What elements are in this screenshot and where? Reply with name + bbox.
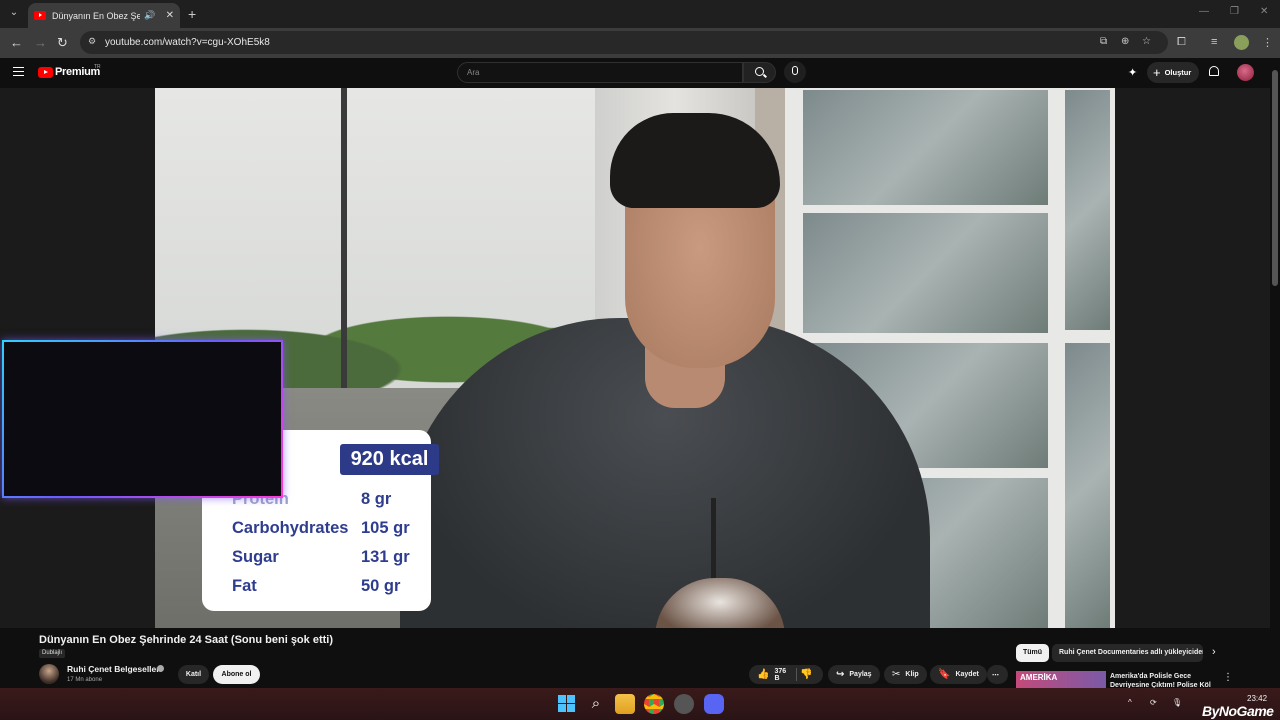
site-info-icon[interactable]: ⚙	[88, 36, 100, 48]
bookmark-star-icon[interactable]: ☆	[1142, 36, 1151, 47]
notifications-bell-icon[interactable]	[1209, 66, 1219, 76]
browser-profile-avatar[interactable]	[1234, 35, 1249, 50]
windows-taskbar	[0, 688, 1280, 720]
nutrition-value: 131 gr	[361, 548, 410, 566]
reload-icon[interactable]: ↻	[57, 35, 68, 51]
tray-overflow-icon[interactable]: ^	[1128, 698, 1132, 707]
calorie-badge: 920 kcal	[340, 444, 439, 475]
browser-tab-active[interactable]: Dünyanın En Obez Şehrinde 24 Saat (Sonu …	[28, 3, 180, 28]
window-close-icon[interactable]: ✕	[1260, 6, 1268, 17]
dislike-icon[interactable]: 👎	[800, 669, 812, 680]
youtube-masthead: Premium TR Ara ✦ + Oluştur	[0, 58, 1270, 88]
browser-menu-icon[interactable]: ⋮	[1262, 36, 1273, 49]
join-button[interactable]: Katıl	[178, 665, 209, 684]
maximize-icon[interactable]: ❐	[1230, 6, 1239, 17]
window-pane	[1065, 90, 1110, 330]
more-actions-button[interactable]: ⋯	[987, 665, 1008, 684]
nutrition-label: Sugar	[232, 548, 279, 566]
recommended-more-icon[interactable]: ⋮	[1223, 672, 1233, 683]
clips-icon[interactable]: ✦	[1128, 66, 1137, 79]
audio-playing-icon[interactable]: 🔊	[144, 10, 155, 21]
recommended-title[interactable]: Amerika'da Polisle Gece Devriyesine Çıkt…	[1110, 672, 1218, 688]
scissors-icon: ✂	[892, 669, 901, 680]
save-button[interactable]: 🔖 Kaydet	[930, 665, 987, 684]
guide-menu-icon[interactable]	[13, 67, 24, 76]
search-icon	[755, 67, 764, 76]
create-button[interactable]: + Oluştur	[1147, 62, 1199, 83]
back-icon[interactable]: ←	[10, 35, 23, 50]
stream-overlay-frame	[2, 340, 283, 498]
like-dislike-group: 👍 376 B 👎	[749, 665, 823, 684]
like-icon[interactable]: 👍	[757, 669, 769, 680]
youtube-favicon-icon	[34, 11, 46, 20]
chevron-right-icon[interactable]: ›	[1212, 646, 1216, 658]
youtube-logo-icon[interactable]	[38, 67, 53, 78]
nutrition-value: 105 gr	[361, 519, 410, 537]
clip-button[interactable]: ✂ Klip	[884, 665, 927, 684]
voice-search-button[interactable]	[784, 61, 806, 83]
plus-icon: +	[1153, 65, 1161, 80]
search-placeholder: Ara	[467, 68, 480, 77]
window-pane	[803, 213, 1048, 333]
app-icon[interactable]	[674, 694, 694, 714]
start-menu-icon[interactable]	[557, 694, 577, 714]
share-icon: ↪	[836, 669, 845, 680]
new-tab-icon[interactable]: +	[188, 6, 196, 22]
window-pane	[803, 90, 1048, 205]
share-label: Paylaş	[849, 671, 872, 678]
video-title: Dünyanın En Obez Şehrinde 24 Saat (Sonu …	[39, 634, 333, 646]
nutrition-value: 8 gr	[361, 490, 392, 508]
create-label: Oluştur	[1164, 68, 1192, 77]
browser-tab-strip: ⌄ Dünyanın En Obez Şehrinde 24 Saat (Son…	[0, 0, 1280, 28]
account-avatar[interactable]	[1237, 64, 1254, 81]
bookmark-icon: 🔖	[938, 669, 951, 680]
like-divider	[796, 668, 797, 681]
country-code: TR	[94, 64, 101, 70]
chip-from-uploader[interactable]: Ruhi Çenet Documentaries adlı yükleyicid…	[1052, 644, 1203, 662]
search-button[interactable]	[743, 62, 776, 83]
install-app-icon[interactable]: ⧉	[1100, 36, 1107, 47]
media-control-icon[interactable]: ≡	[1211, 36, 1217, 48]
close-tab-icon[interactable]: ✕	[166, 10, 174, 21]
clip-label: Klip	[905, 671, 919, 678]
like-count[interactable]: 376 B	[774, 668, 786, 682]
verified-icon	[157, 665, 164, 672]
microphone-icon	[792, 66, 798, 75]
search-input[interactable]: Ara	[457, 62, 743, 83]
dubbed-badge: Dublajlı	[39, 649, 66, 658]
nutrition-label: Fat	[232, 577, 257, 595]
discord-icon[interactable]	[704, 694, 724, 714]
clock-time[interactable]: 23:42	[1247, 694, 1267, 703]
nutrition-label: Carbohydrates	[232, 519, 349, 537]
forward-icon[interactable]: →	[34, 35, 47, 50]
chrome-icon[interactable]	[644, 694, 664, 714]
tray-mic-icon[interactable]: 🎙	[1172, 698, 1182, 707]
video-scene-pole	[341, 88, 347, 388]
channel-name[interactable]: Ruhi Çenet Belgeselleri	[67, 664, 162, 674]
tab-title: Dünyanın En Obez Şehrinde 24 Saat (Sonu …	[52, 10, 141, 21]
nutrition-value: 50 gr	[361, 577, 401, 595]
taskbar-search-icon[interactable]: ⌕	[586, 694, 606, 714]
recommended-thumbnail[interactable]: AMERİKA	[1016, 671, 1106, 688]
browser-toolbar: ← → ↻ ⚙ youtube.com/watch?v=cgu-XOhE5k8 …	[0, 28, 1280, 58]
url-text[interactable]: youtube.com/watch?v=cgu-XOhE5k8	[105, 37, 270, 48]
extensions-icon[interactable]: ⧠	[1177, 36, 1186, 49]
address-bar[interactable]: ⚙ youtube.com/watch?v=cgu-XOhE5k8 ⧉ ⊕ ☆	[80, 31, 1168, 54]
tab-search-icon[interactable]: ⌄	[6, 5, 22, 21]
file-explorer-icon[interactable]	[615, 694, 635, 714]
tray-sync-icon[interactable]: ⟳	[1150, 698, 1157, 707]
share-button[interactable]: ↪ Paylaş	[828, 665, 880, 684]
chip-all[interactable]: Tümü	[1016, 644, 1050, 662]
channel-watermark: ByNoGame	[1202, 703, 1274, 719]
save-label: Kaydet	[955, 671, 979, 678]
channel-avatar[interactable]	[39, 664, 59, 684]
zoom-icon[interactable]: ⊕	[1121, 36, 1129, 47]
more-icon: ⋯	[992, 671, 999, 679]
subscribe-button[interactable]: Abone ol	[213, 665, 260, 684]
window-pane	[1065, 343, 1110, 628]
minimize-icon[interactable]: —	[1199, 6, 1209, 17]
subscriber-count: 17 Mn abone	[67, 677, 103, 683]
page-scrollbar-thumb[interactable]	[1272, 70, 1278, 286]
